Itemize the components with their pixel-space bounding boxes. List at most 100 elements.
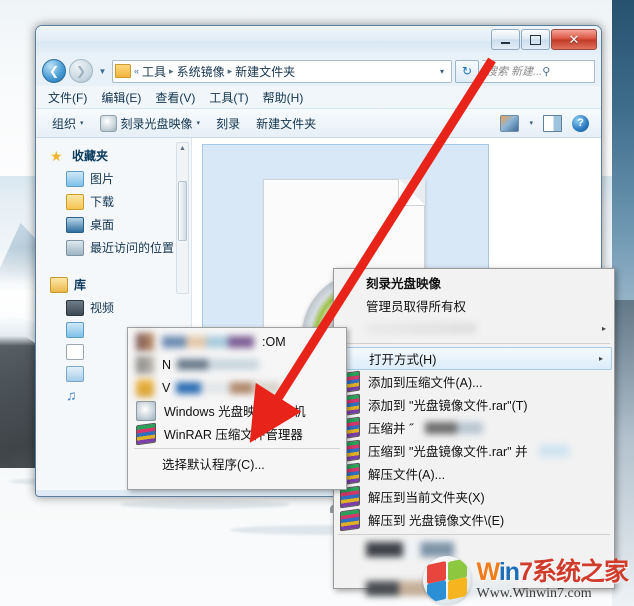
spacer-icon xyxy=(340,297,358,315)
sidebar-item-videos[interactable]: 视频 xyxy=(36,296,191,319)
context-item-extract-here-label: 解压到当前文件夹(X) xyxy=(368,491,485,505)
spacer-icon xyxy=(340,580,358,598)
open-with-item-0-label: :OM xyxy=(262,334,286,349)
nav-group-libraries-label: 库 xyxy=(74,278,87,292)
context-item-blurred[interactable]: ▸ xyxy=(334,317,614,340)
burn-button[interactable]: 刻录 xyxy=(208,112,248,135)
change-view-icon[interactable] xyxy=(500,114,520,132)
open-with-item-windows-disc-burner[interactable]: Windows 光盘映像刻录机 xyxy=(128,399,346,422)
open-with-item-winrar[interactable]: WinRAR 压缩文件管理器 xyxy=(128,422,346,445)
blurred-label xyxy=(177,359,260,370)
close-button[interactable]: ✕ xyxy=(551,29,597,50)
organize-button[interactable]: 组织 ▾ xyxy=(44,112,92,135)
videos-icon xyxy=(66,299,84,316)
blurred-label xyxy=(425,421,484,434)
context-item-take-ownership[interactable]: 管理员取得所有权 xyxy=(334,294,614,317)
chevron-down-icon[interactable]: ▾ xyxy=(529,119,533,127)
address-overflow-chevrons[interactable]: « xyxy=(134,66,139,76)
sidebar-item-recent-places[interactable]: 最近访问的位置 xyxy=(36,236,191,259)
blurred-label xyxy=(366,323,476,334)
menu-help[interactable]: 帮助(H) xyxy=(263,89,304,106)
open-with-item-2-label: V xyxy=(162,380,171,395)
spacer-icon xyxy=(340,274,358,292)
desktop-icon xyxy=(66,216,84,233)
help-icon[interactable]: ? xyxy=(572,114,589,132)
burn-label: 刻录 xyxy=(216,116,241,131)
context-item-burn-disc-image-label: 刻录光盘映像 xyxy=(366,277,442,291)
preview-pane-icon[interactable] xyxy=(543,114,562,132)
context-item-add-to-named-rar[interactable]: 添加到 "光盘镜像文件.rar"(T) xyxy=(334,393,614,416)
watermark-brand-w: W xyxy=(476,557,499,586)
menu-view[interactable]: 查看(V) xyxy=(155,89,195,106)
context-item-extract-files-label: 解压文件(A)... xyxy=(368,468,446,482)
context-item-extract-to-folder[interactable]: 解压到 光盘镜像文件\(E) xyxy=(334,508,614,531)
spacer-icon xyxy=(136,455,154,473)
submenu-arrow-icon: ▸ xyxy=(598,354,603,363)
address-dropdown-icon[interactable]: ▾ xyxy=(435,67,449,76)
open-with-item-winrar-label: WinRAR 压缩文件管理器 xyxy=(164,428,303,442)
context-item-take-ownership-label: 管理员取得所有权 xyxy=(366,300,467,314)
folder-icon xyxy=(115,64,131,78)
scrollbar-thumb[interactable] xyxy=(178,181,187,241)
search-input[interactable]: 搜索 新建... ⚲ xyxy=(482,59,595,83)
navigation-pane-scrollbar[interactable]: ▲ xyxy=(176,142,189,294)
maximize-button[interactable] xyxy=(521,29,550,50)
nav-group-favorites-label: 收藏夹 xyxy=(72,149,109,163)
sidebar-item-desktop[interactable]: 桌面 xyxy=(36,213,191,236)
watermark-brand-7: 7 xyxy=(519,557,533,586)
back-button[interactable]: ❮ xyxy=(42,59,66,83)
blurred-app-icon xyxy=(136,378,154,397)
open-with-item-1-label: N xyxy=(162,357,172,372)
blurred-label xyxy=(162,335,254,348)
menu-bar: 文件(F) 编辑(E) 查看(V) 工具(T) 帮助(H) xyxy=(36,86,601,109)
disc-icon xyxy=(99,114,117,132)
scroll-up-icon[interactable]: ▲ xyxy=(179,145,186,152)
new-folder-button[interactable]: 新建文件夹 xyxy=(248,112,324,135)
context-item-compress-to-named-rar-and-email[interactable]: 压缩到 "光盘镜像文件.rar" 并 xyxy=(334,439,614,462)
context-menu[interactable]: 刻录光盘映像 管理员取得所有权 ▸ 打开方式(H) ▸ 添加到压缩文件(A)..… xyxy=(333,268,615,596)
open-with-item-windows-disc-burner-label: Windows 光盘映像刻录机 xyxy=(164,405,306,419)
menu-file[interactable]: 文件(F) xyxy=(48,89,87,106)
breadcrumb-separator[interactable]: ▸ xyxy=(169,66,174,77)
open-with-item-1[interactable]: N xyxy=(128,353,346,376)
winrar-icon xyxy=(136,422,156,445)
winrar-icon xyxy=(340,508,360,531)
minimize-button[interactable] xyxy=(491,29,520,50)
title-bar[interactable]: ✕ xyxy=(36,26,601,56)
context-item-burn-disc-image[interactable]: 刻录光盘映像 xyxy=(334,271,614,294)
search-placeholder: 搜索 新建... xyxy=(486,66,543,78)
pictures2-icon xyxy=(66,366,84,382)
context-item-open-with[interactable]: 打开方式(H) ▸ xyxy=(336,347,612,370)
nav-group-favorites[interactable]: ★ 收藏夹 xyxy=(36,144,191,167)
context-item-extract-here[interactable]: 解压到当前文件夹(X) xyxy=(334,485,614,508)
sidebar-item-pictures-label: 图片 xyxy=(90,172,115,186)
burn-disc-image-button[interactable]: 刻录光盘映像 ▾ xyxy=(92,112,209,135)
breadcrumb-item-0[interactable]: 工具 xyxy=(142,63,166,80)
open-with-item-0[interactable]: :OM xyxy=(128,330,346,353)
breadcrumb-separator[interactable]: ▸ xyxy=(228,66,233,77)
context-item-add-to-archive[interactable]: 添加到压缩文件(A)... xyxy=(334,370,614,393)
watermark: Win7系统之家 Www.Winwin7.com xyxy=(423,556,629,604)
nav-group-libraries[interactable]: 库 xyxy=(36,273,191,296)
context-item-compress-to-named-rar-and-email-label: 压缩到 "光盘镜像文件.rar" 并 xyxy=(368,445,528,459)
submenu-arrow-icon: ▸ xyxy=(601,324,606,333)
blurred-label xyxy=(366,542,454,557)
sidebar-item-downloads[interactable]: 下载 xyxy=(36,190,191,213)
downloads-icon xyxy=(66,193,84,210)
context-item-extract-files[interactable]: 解压文件(A)... xyxy=(334,462,614,485)
address-bar[interactable]: « 工具 ▸ 系统镜像 ▸ 新建文件夹 ▾ xyxy=(112,59,452,83)
sidebar-item-pictures[interactable]: 图片 xyxy=(36,167,191,190)
menu-edit[interactable]: 编辑(E) xyxy=(101,89,141,106)
recent-pages-dropdown[interactable]: ▼ xyxy=(96,60,109,82)
breadcrumb-item-2[interactable]: 新建文件夹 xyxy=(235,63,295,80)
open-with-submenu[interactable]: :OM N V Windows 光盘映像刻录机 WinRAR 压缩文件管理器 选… xyxy=(127,327,347,490)
forward-button[interactable]: ❯ xyxy=(69,59,93,83)
context-item-compress-and-email[interactable]: 压缩并 ˝ xyxy=(334,416,614,439)
watermark-brand-cn: 系统之家 xyxy=(531,557,629,586)
breadcrumb-item-1[interactable]: 系统镜像 xyxy=(177,63,225,80)
refresh-button[interactable]: ↻ xyxy=(455,59,479,83)
menu-tools[interactable]: 工具(T) xyxy=(209,89,248,106)
choose-default-program-item[interactable]: 选择默认程序(C)... xyxy=(128,452,346,475)
open-with-item-2[interactable]: V xyxy=(128,376,346,399)
sidebar-item-recent-places-label: 最近访问的位置 xyxy=(90,241,175,255)
